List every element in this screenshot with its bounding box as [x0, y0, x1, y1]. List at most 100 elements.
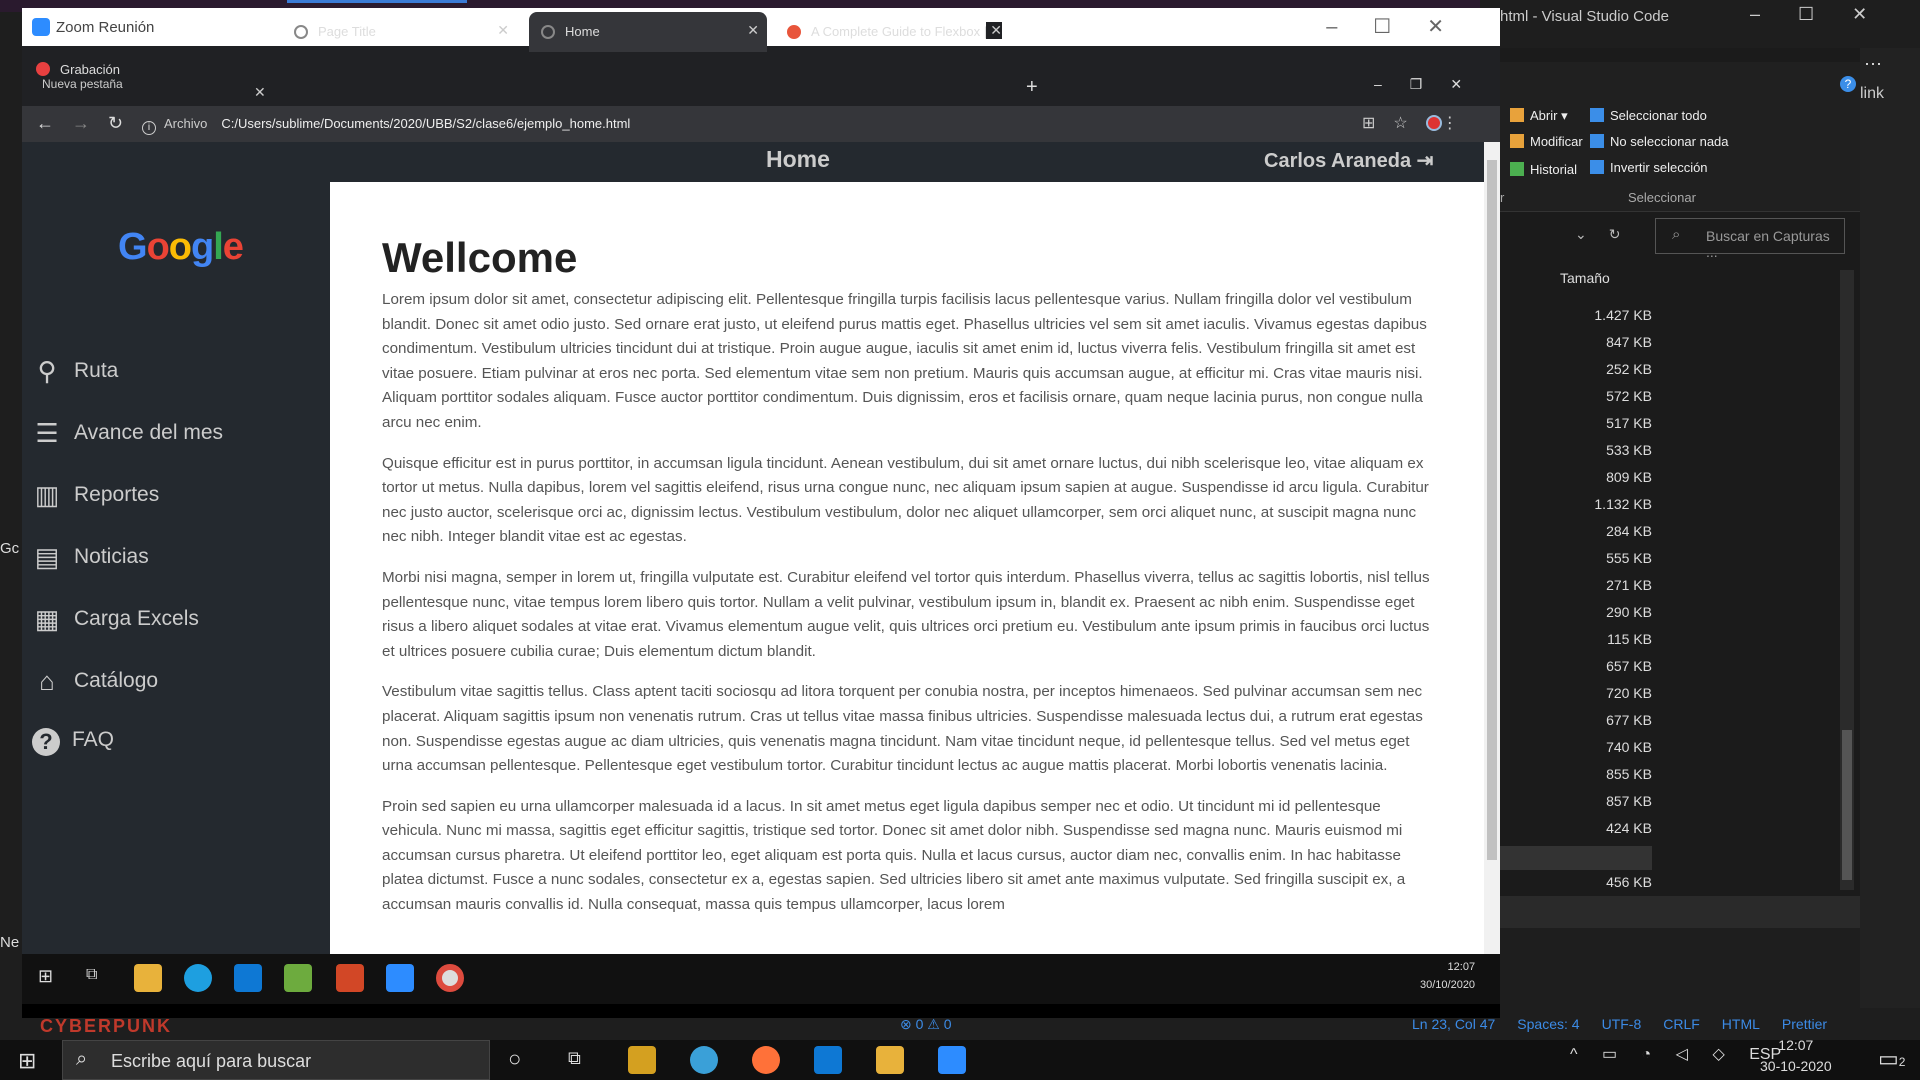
- app-icon[interactable]: [690, 1046, 718, 1074]
- sidebar-item-faq[interactable]: ? FAQ: [32, 728, 114, 756]
- ribbon-invert[interactable]: Invertir selección: [1590, 160, 1708, 175]
- page-scroll-thumb[interactable]: [1487, 160, 1497, 860]
- file-size[interactable]: 720 KB: [1560, 685, 1652, 701]
- file-size[interactable]: 252 KB: [1560, 361, 1652, 377]
- file-size[interactable]: 847 KB: [1560, 334, 1652, 350]
- app-icon[interactable]: [628, 1046, 656, 1074]
- list-icon: ☰: [35, 418, 59, 448]
- taskbar-search[interactable]: Escribe aquí para buscar: [62, 1040, 490, 1080]
- explorer-selected-row[interactable]: [1500, 846, 1652, 870]
- file-size[interactable]: 555 KB: [1560, 550, 1652, 566]
- vscode-icon[interactable]: [234, 964, 262, 992]
- help-icon[interactable]: ?: [1840, 76, 1856, 92]
- logout-icon[interactable]: ⇥: [1417, 150, 1434, 172]
- notepad-icon[interactable]: [284, 964, 312, 992]
- sidebar-item-ruta[interactable]: ⚲ Ruta: [32, 356, 118, 387]
- ribbon-modify[interactable]: Modificar: [1510, 134, 1583, 149]
- ribbon-history[interactable]: Historial: [1510, 162, 1577, 177]
- vscode-status-errors[interactable]: ⊗ 0 ⚠ 0: [900, 1016, 952, 1033]
- new-tab-button[interactable]: +: [1026, 76, 1038, 99]
- explorer-scroll-thumb[interactable]: [1842, 730, 1852, 880]
- status-spaces[interactable]: Spaces: 4: [1517, 1016, 1579, 1032]
- vscode-link-text[interactable]: link: [1860, 85, 1884, 103]
- chrome-window-controls[interactable]: –❐✕: [1374, 76, 1490, 93]
- file-size[interactable]: 517 KB: [1560, 415, 1652, 431]
- explorer-column-size[interactable]: Tamaño: [1560, 270, 1610, 286]
- taskbar-clock[interactable]: 12:07 30-10-2020: [1760, 1035, 1832, 1077]
- reload-icon: ↻: [108, 113, 142, 133]
- file-size[interactable]: 1.427 KB: [1560, 307, 1652, 323]
- file-size[interactable]: 677 KB: [1560, 712, 1652, 728]
- file-size[interactable]: 657 KB: [1560, 658, 1652, 674]
- notification-icon[interactable]: ▭2: [1878, 1046, 1905, 1072]
- start-button[interactable]: ⊞: [18, 1048, 36, 1074]
- desktop-text-left-1: Gc: [0, 540, 20, 557]
- file-size[interactable]: 857 KB: [1560, 793, 1652, 809]
- file-size[interactable]: 290 KB: [1560, 604, 1652, 620]
- file-size[interactable]: 533 KB: [1560, 442, 1652, 458]
- more-icon[interactable]: ⋯: [1864, 54, 1882, 75]
- address-bar[interactable]: i Archivo C:/Users/sublime/Documents/2020/…: [142, 116, 630, 135]
- status-position[interactable]: Ln 23, Col 47: [1412, 1016, 1495, 1032]
- close-icon[interactable]: ✕: [986, 22, 1002, 39]
- file-size[interactable]: 456 KB: [1560, 874, 1652, 890]
- file-size[interactable]: 572 KB: [1560, 388, 1652, 404]
- cortana-icon[interactable]: ○: [508, 1046, 521, 1072]
- recording-tab[interactable]: Grabación Nueva pestaña: [36, 62, 123, 91]
- google-doodle-logo[interactable]: Google: [118, 226, 244, 269]
- zoom-app-icon[interactable]: [938, 1046, 966, 1074]
- task-view-icon[interactable]: ⧉: [86, 966, 97, 984]
- url-text: C:/Users/sublime/Documents/2020/UBB/S2/c…: [221, 116, 631, 131]
- sidebar-item-reportes[interactable]: ▥ Reportes: [32, 480, 160, 511]
- user-logout[interactable]: Carlos Araneda ⇥: [1264, 148, 1433, 173]
- status-eol[interactable]: CRLF: [1663, 1016, 1700, 1032]
- vscode-window-controls[interactable]: –☐✕: [1750, 4, 1905, 25]
- sidebar-item-avance-del-mes[interactable]: ☰ Avance del mes: [32, 418, 223, 449]
- file-size[interactable]: 424 KB: [1560, 820, 1652, 836]
- open-icon: [1510, 108, 1524, 122]
- bar-chart-icon: ▥: [34, 480, 60, 510]
- powerpoint-icon[interactable]: [336, 964, 364, 992]
- chrome-icon[interactable]: [436, 964, 464, 992]
- explorer-nav-controls[interactable]: ⌄↻: [1575, 226, 1642, 243]
- sidebar-item-noticias[interactable]: ▤ Noticias: [32, 542, 149, 573]
- file-size[interactable]: 855 KB: [1560, 766, 1652, 782]
- file-explorer-icon[interactable]: [876, 1046, 904, 1074]
- close-icon[interactable]: ✕: [747, 22, 759, 39]
- file-size[interactable]: 809 KB: [1560, 469, 1652, 485]
- tab-page-title[interactable]: Page Title ✕: [282, 12, 517, 52]
- vscode-status-bar: Ln 23, Col 47 Spaces: 4 UTF-8 CRLF HTML Prett…: [1412, 1016, 1920, 1040]
- file-explorer-icon[interactable]: [134, 964, 162, 992]
- sidebar-item-carga-excels[interactable]: ▦ Carga Excels: [32, 604, 199, 635]
- status-language[interactable]: HTML: [1722, 1016, 1760, 1032]
- tab-flexbox-guide[interactable]: A Complete Guide to Flexbox | C ✕: [775, 12, 1010, 52]
- file-size[interactable]: 740 KB: [1560, 739, 1652, 755]
- zoom-window-controls[interactable]: –☐✕: [1326, 14, 1480, 39]
- status-prettier[interactable]: Prettier: [1782, 1016, 1827, 1032]
- edge-icon[interactable]: [184, 964, 212, 992]
- address-actions[interactable]: ⊞☆ ⋮: [1362, 113, 1476, 133]
- ribbon-select-none[interactable]: No seleccionar nada: [1590, 134, 1729, 149]
- windows-start-icon[interactable]: ⊞: [38, 966, 53, 987]
- file-size[interactable]: 1.132 KB: [1560, 496, 1652, 512]
- nav-buttons[interactable]: ←→↻: [36, 113, 141, 134]
- zoom-app-icon[interactable]: [386, 964, 414, 992]
- status-encoding[interactable]: UTF-8: [1602, 1016, 1642, 1032]
- ribbon-select-all[interactable]: Seleccionar todo: [1590, 108, 1707, 123]
- search-icon: ⌕: [76, 1048, 88, 1070]
- file-size[interactable]: 115 KB: [1560, 631, 1652, 647]
- paragraphs: Lorem ipsum dolor sit amet, consectetur …: [382, 288, 1444, 934]
- ribbon-open[interactable]: Abrir ▾: [1510, 108, 1568, 124]
- file-size[interactable]: 284 KB: [1560, 523, 1652, 539]
- close-icon[interactable]: ✕: [497, 22, 509, 39]
- sidebar-item-catálogo[interactable]: ⌂ Catálogo: [32, 666, 158, 697]
- vscode-icon[interactable]: [814, 1046, 842, 1074]
- firefox-icon[interactable]: [752, 1046, 780, 1074]
- close-icon[interactable]: ✕: [254, 84, 266, 101]
- record-icon: [36, 62, 50, 76]
- task-view-icon[interactable]: ⧉: [568, 1048, 581, 1069]
- explorer-search-input[interactable]: Buscar en Capturas ...: [1655, 218, 1845, 260]
- tab-home[interactable]: Home ✕: [529, 12, 767, 52]
- file-size[interactable]: 271 KB: [1560, 577, 1652, 593]
- system-tray[interactable]: ^ ▭ ◔ ◁ ◇ ESP: [1570, 1044, 1781, 1064]
